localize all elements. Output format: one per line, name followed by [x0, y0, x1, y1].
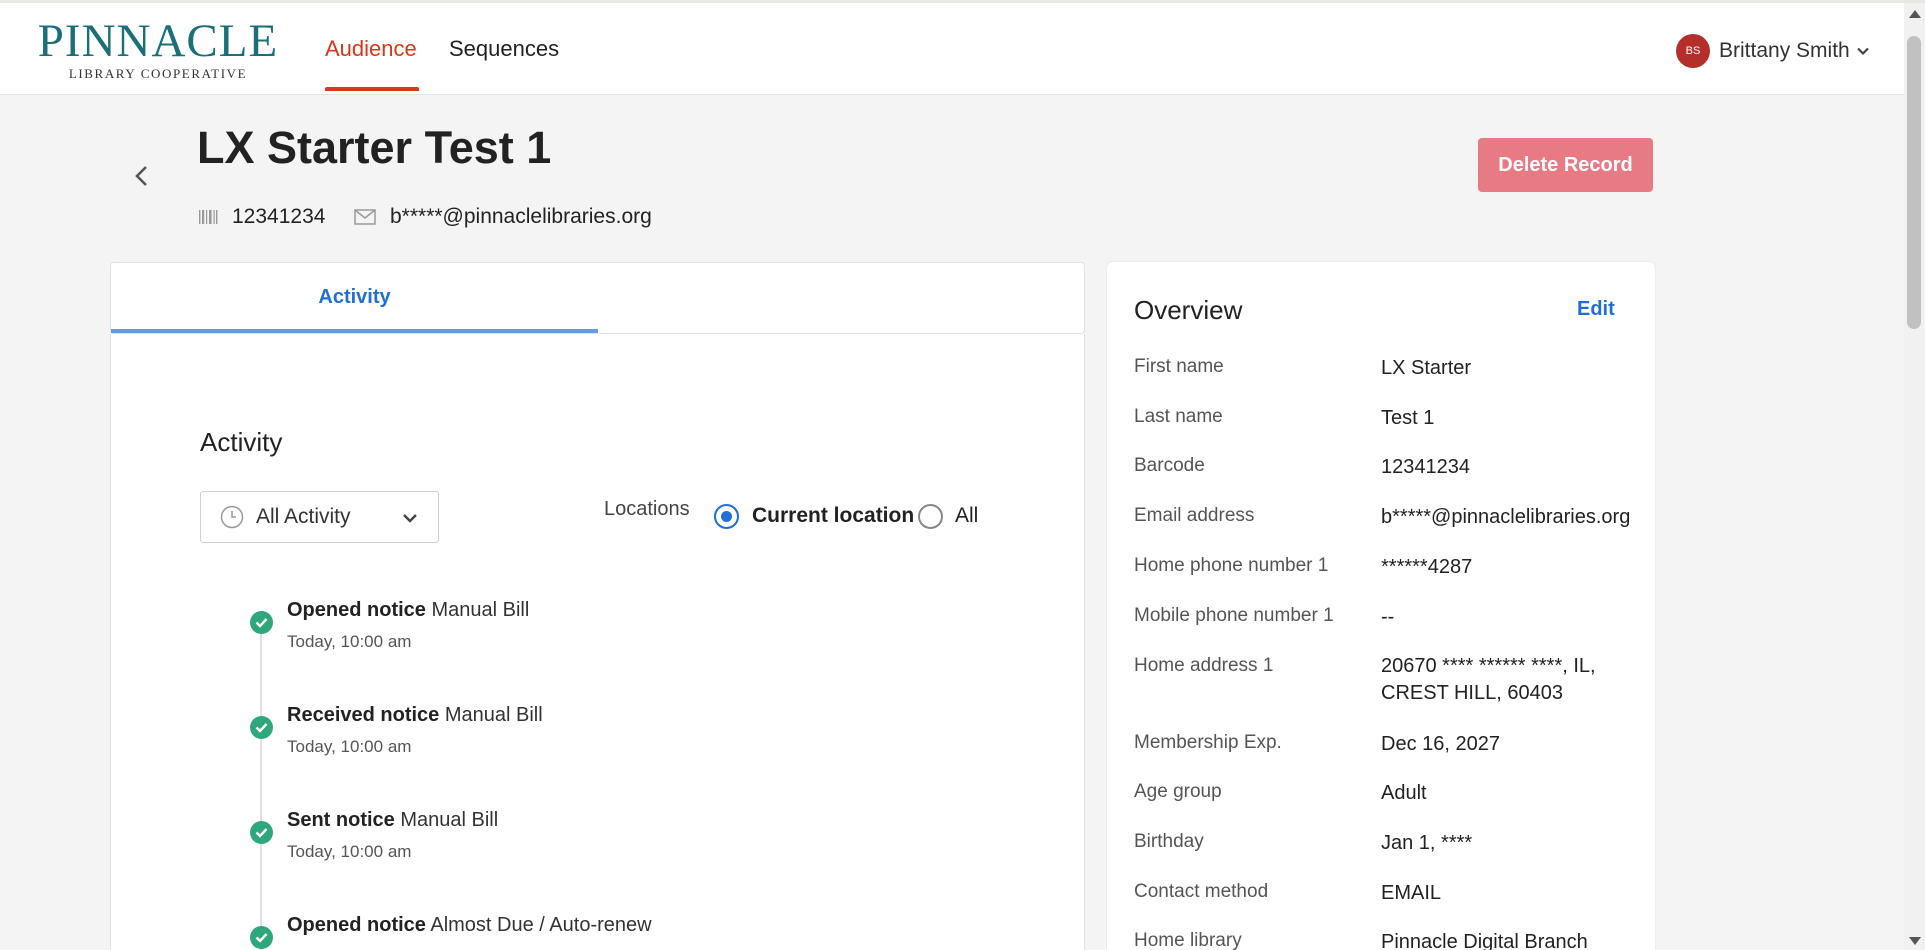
- scroll-down-arrow-icon[interactable]: [1909, 937, 1921, 945]
- field-value: Test 1: [1381, 407, 1435, 429]
- tab-activity[interactable]: Activity: [111, 263, 598, 331]
- field-label: First name: [1134, 356, 1224, 377]
- field-value: ******4287: [1381, 556, 1473, 578]
- event-action: Opened notice: [287, 914, 426, 936]
- chevron-left-icon[interactable]: [130, 161, 154, 191]
- event-time: Today, 10:00 am: [287, 632, 412, 651]
- activity-filter-value: All Activity: [256, 505, 351, 528]
- field-label: Age group: [1134, 781, 1222, 802]
- event-detail: Manual Bill: [431, 599, 530, 621]
- logo-wordmark: PINNACLE: [37, 15, 279, 67]
- email-value: b*****@pinnaclelibraries.org: [390, 205, 652, 228]
- activity-section-title: Activity: [200, 427, 283, 457]
- field-value: LX Starter: [1381, 357, 1472, 379]
- event-action: Opened notice: [287, 599, 426, 621]
- event-action: Sent notice: [287, 809, 395, 831]
- radio-all-locations-label[interactable]: All: [955, 504, 978, 528]
- field-value: EMAIL: [1381, 882, 1442, 904]
- check-icon: [250, 716, 273, 739]
- chevron-down-icon: [403, 514, 417, 523]
- field-label: Membership Exp.: [1134, 732, 1282, 753]
- nav-tab-sequences[interactable]: Sequences: [449, 36, 559, 62]
- clock-icon: [220, 505, 244, 529]
- app-header: PINNACLE LIBRARY COOPERATIVE Audience Se…: [0, 3, 1904, 95]
- radio-current-location-label[interactable]: Current location: [752, 504, 914, 528]
- field-label: Home library: [1134, 930, 1242, 950]
- list-item: Opened notice Manual Bill: [287, 599, 529, 622]
- delete-record-button[interactable]: Delete Record: [1478, 138, 1653, 192]
- mail-icon: [354, 209, 376, 225]
- scrollbar-thumb[interactable]: [1907, 36, 1921, 329]
- field-value: --: [1381, 606, 1395, 628]
- list-item: Sent notice Manual Bill: [287, 809, 498, 832]
- scroll-up-arrow-icon[interactable]: [1909, 10, 1921, 18]
- edit-link[interactable]: Edit: [1577, 298, 1615, 321]
- overview-title: Overview: [1134, 295, 1243, 325]
- list-item: Opened notice Almost Due / Auto-renew: [287, 914, 652, 937]
- activity-filter-select[interactable]: All Activity: [200, 491, 439, 543]
- record-email: b*****@pinnaclelibraries.org: [354, 205, 652, 229]
- radio-current-location[interactable]: [714, 504, 739, 529]
- event-time: Today, 10:00 am: [287, 842, 412, 861]
- user-name: Brittany Smith: [1719, 39, 1850, 62]
- nav-tab-audience[interactable]: Audience: [325, 36, 417, 62]
- event-time: Today, 10:00 am: [287, 737, 412, 756]
- pinnacle-logo[interactable]: PINNACLE LIBRARY COOPERATIVE: [36, 15, 280, 83]
- record-barcode: 12341234: [198, 205, 325, 229]
- locations-label: Locations: [604, 498, 690, 520]
- field-value: Adult: [1381, 782, 1427, 804]
- list-item: Received notice Manual Bill: [287, 704, 543, 727]
- activity-tabs: Activity: [110, 262, 1085, 334]
- event-detail: Manual Bill: [444, 704, 543, 726]
- field-label: Home phone number 1: [1134, 555, 1329, 576]
- field-label: Contact method: [1134, 881, 1269, 902]
- chevron-down-icon: [1856, 47, 1869, 56]
- event-detail: Almost Due / Auto-renew: [430, 914, 652, 936]
- field-value: b*****@pinnaclelibraries.org: [1381, 506, 1631, 528]
- check-icon: [250, 926, 273, 949]
- field-label: Mobile phone number 1: [1134, 605, 1334, 626]
- user-menu[interactable]: BS Brittany Smith: [1676, 33, 1870, 69]
- logo-subtitle: LIBRARY COOPERATIVE: [68, 66, 248, 81]
- field-label: Birthday: [1134, 831, 1204, 852]
- tab-active-indicator: [111, 329, 598, 333]
- field-value: Dec 16, 2027: [1381, 733, 1500, 755]
- timeline-line: [260, 622, 262, 950]
- barcode-value: 12341234: [232, 205, 326, 228]
- barcode-icon: [199, 210, 218, 224]
- radio-all-locations[interactable]: [918, 504, 943, 529]
- page-title: LX Starter Test 1: [197, 122, 552, 173]
- field-label: Email address: [1134, 505, 1255, 526]
- check-icon: [250, 821, 273, 844]
- event-action: Received notice: [287, 704, 440, 726]
- avatar: BS: [1676, 34, 1710, 68]
- nav-active-indicator: [325, 87, 419, 91]
- field-label: Home address 1: [1134, 655, 1274, 676]
- event-detail: Manual Bill: [400, 809, 499, 831]
- field-value: Jan 1, ****: [1381, 832, 1473, 854]
- field-value: 12341234: [1381, 456, 1470, 478]
- check-icon: [250, 611, 273, 634]
- field-label: Last name: [1134, 406, 1223, 427]
- field-value: Pinnacle Digital Branch: [1381, 931, 1588, 950]
- field-label: Barcode: [1134, 455, 1205, 476]
- field-value: 20670 **** ****** ****, IL, CREST HILL, …: [1381, 655, 1596, 704]
